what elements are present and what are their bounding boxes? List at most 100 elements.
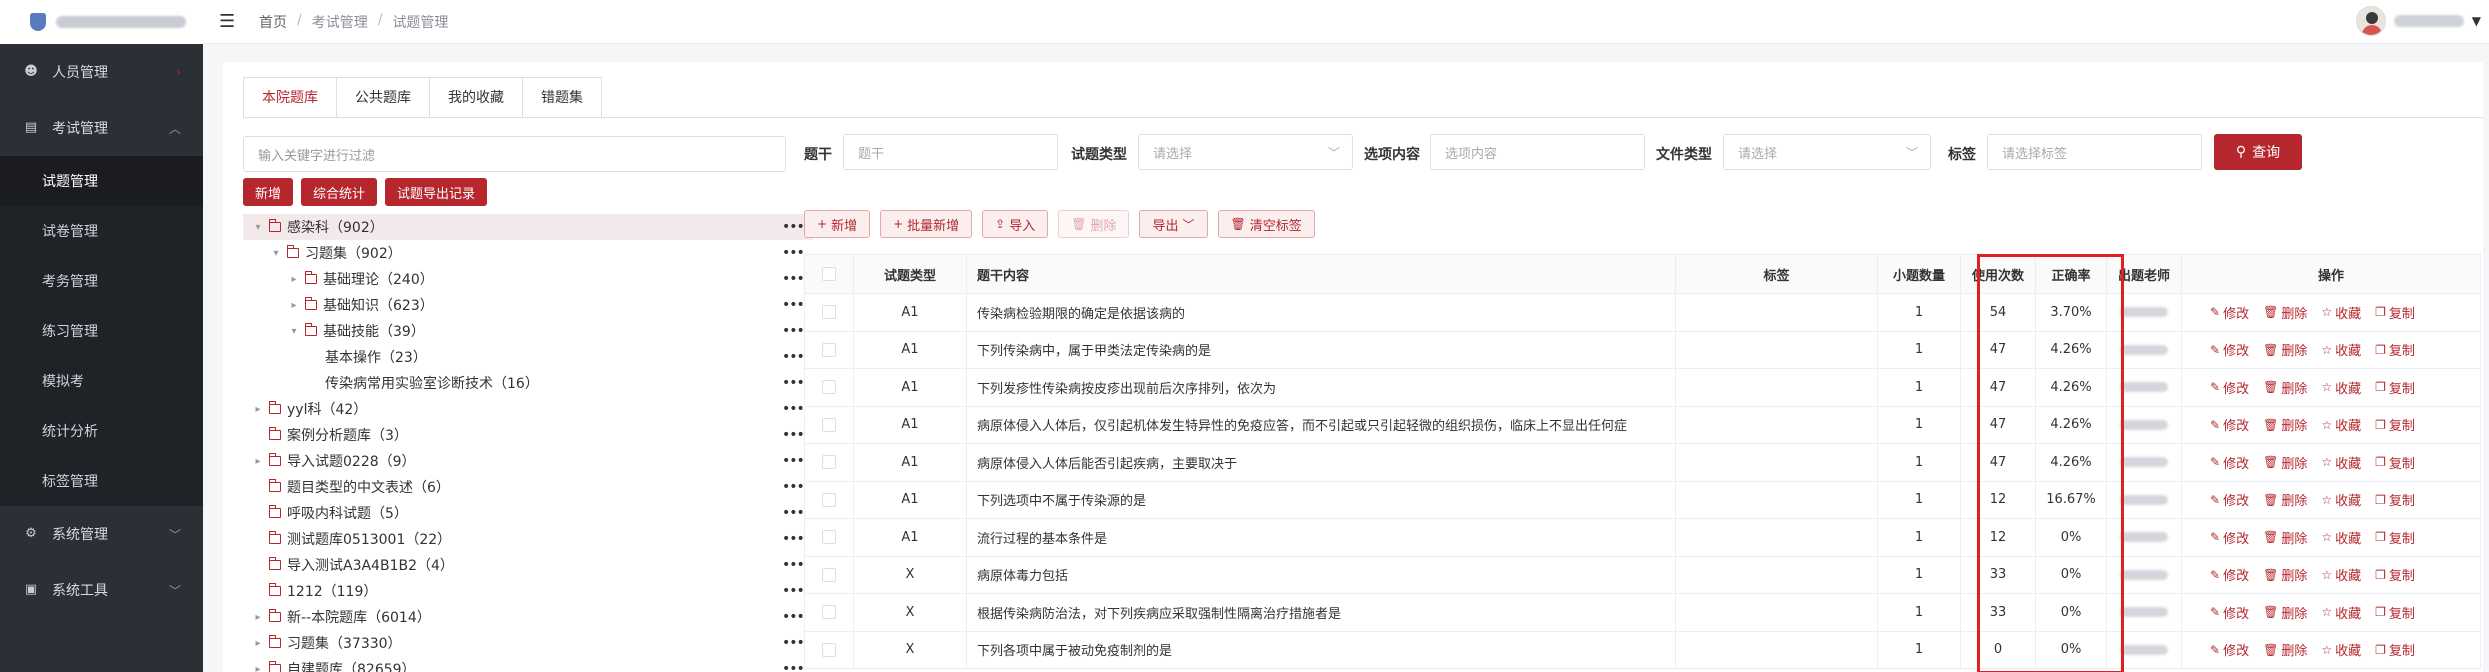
tree-node[interactable]: 题目类型的中文表述（6） ••• [243,474,813,500]
edit-button[interactable]: ✎ 修改 [2210,490,2249,510]
table-row[interactable]: X 病原体毒力包括 1 33 0% ✎ 修改 🗑 删除 ☆ 收藏 ❐ 复制 [804,555,2481,594]
expand-toggle-icon[interactable]: ▸ [251,638,265,649]
tree-node[interactable]: ▸ 新--本院题库（6014） ••• [243,604,813,630]
expand-toggle-icon[interactable]: ▸ [287,274,301,285]
tree-node[interactable]: ▸ 基础知识（623） ••• [243,292,813,318]
favorite-button[interactable]: ☆ 收藏 [2321,303,2361,322]
delete-button[interactable]: 🗑 删除 [2263,603,2307,622]
copy-button[interactable]: ❐ 复制 [2375,565,2415,585]
breadcrumb-exam[interactable]: 考试管理 [312,12,368,32]
sidebar-subitem-mock-exam[interactable]: 模拟考 [0,356,203,406]
expand-toggle-icon[interactable]: ▾ [287,326,301,337]
delete-button[interactable]: 🗑 删除 [2263,378,2307,397]
edit-button[interactable]: ✎ 修改 [2210,303,2249,322]
question-type-select[interactable]: 请选择 ﹀ [1138,134,1353,170]
table-row[interactable]: A1 流行过程的基本条件是 1 12 0% ✎ 修改 🗑 删除 ☆ 收藏 ❐ 复制 [804,518,2481,557]
delete-button[interactable]: 🗑 删除 [2263,340,2307,360]
tree-node[interactable]: 导入测试A3A4B1B2（4） ••• [243,552,813,578]
more-icon[interactable]: ••• [782,245,805,261]
more-icon[interactable]: ••• [782,401,805,417]
favorite-button[interactable]: ☆ 收藏 [2321,603,2361,622]
table-row[interactable]: A1 下列传染病中，属于甲类法定传染病的是 1 47 4.26% ✎ 修改 🗑 删除 ☆ 收藏 ❐ 复制 [804,330,2481,369]
row-checkbox[interactable] [822,642,836,657]
sidebar-item-personnel[interactable]: ☻ 人员管理 › [0,44,203,100]
sidebar-item-tools[interactable]: ▣ 系统工具 ﹀ [0,562,203,618]
tree-node[interactable]: 传染病常用实验室诊断技术（16） ••• [243,370,813,396]
summary-stats-button[interactable]: 综合统计 [301,178,378,206]
favorite-button[interactable]: ☆ 收藏 [2321,340,2361,360]
expand-toggle-icon[interactable]: ▸ [251,456,265,467]
action-button[interactable]: + 新增 [804,210,871,238]
more-icon[interactable]: ••• [782,219,805,235]
copy-button[interactable]: ❐ 复制 [2375,603,2415,622]
sidebar-item-exam[interactable]: ▤ 考试管理 ︿ [0,100,203,156]
table-row[interactable]: A1 病原体侵入人体后，仅引起机体发生特异性的免疫应答，而不引起或只引起轻微的组织… [804,405,2481,444]
more-icon[interactable]: ••• [782,323,805,339]
more-icon[interactable]: ••• [782,557,805,573]
expand-toggle-icon[interactable]: ▾ [251,222,265,233]
sidebar-subitem-practice[interactable]: 练习管理 [0,306,203,356]
sidebar-subitem-questions[interactable]: 试题管理 [0,156,203,206]
sidebar-subitem-statistics[interactable]: 统计分析 [0,406,203,456]
more-icon[interactable]: ••• [782,349,805,365]
export-records-button[interactable]: 试题导出记录 [385,178,488,206]
copy-button[interactable]: ❐ 复制 [2375,453,2415,472]
copy-button[interactable]: ❐ 复制 [2375,303,2415,322]
tree-node[interactable]: 呼吸内科试题（5） ••• [243,500,813,526]
table-row[interactable]: A1 病原体侵入人体后能否引起疾病，主要取决于 1 47 4.26% ✎ 修改 🗑 删除 ☆ 收藏 ❐… [804,443,2481,482]
row-checkbox[interactable] [822,305,836,320]
tree-node[interactable]: ▸ yyl科（42） ••• [243,396,813,422]
expand-toggle-icon[interactable]: ▸ [251,612,265,623]
row-checkbox[interactable] [822,380,836,395]
table-row[interactable]: A1 下列发疹性传染病按皮疹出现前后次序排列，依次为 1 47 4.26% ✎ 修改 🗑 删除 ☆… [804,368,2481,407]
delete-button[interactable]: 🗑 删除 [2263,640,2307,660]
action-button[interactable]: 导出 ﹀ [1139,210,1208,238]
add-category-button[interactable]: 新增 [243,178,294,206]
favorite-button[interactable]: ☆ 收藏 [2321,415,2361,435]
delete-button[interactable]: 🗑 删除 [2263,453,2307,472]
edit-button[interactable]: ✎ 修改 [2210,415,2249,435]
tab-wrong-questions[interactable]: 错题集 [523,78,601,118]
action-button[interactable]: ⇪ 导入 [982,210,1049,238]
tree-node[interactable]: ▾ 感染科（902） ••• [243,214,813,240]
delete-button[interactable]: 🗑 删除 [2263,303,2307,322]
table-row[interactable]: A1 下列选项中不属于传染源的是 1 12 16.67% ✎ 修改 🗑 删除 ☆ 收藏 ❐ 复制 [804,480,2481,519]
breadcrumb-home[interactable]: 首页 [259,12,287,32]
copy-button[interactable]: ❐ 复制 [2375,640,2415,660]
row-checkbox[interactable] [822,567,836,582]
more-icon[interactable]: ••• [782,427,805,443]
edit-button[interactable]: ✎ 修改 [2210,603,2249,622]
copy-button[interactable]: ❐ 复制 [2375,378,2415,397]
tree-node[interactable]: 基本操作（23） ••• [243,344,813,370]
option-content-input[interactable]: 选项内容 [1430,134,1645,170]
more-icon[interactable]: ••• [782,297,805,313]
favorite-button[interactable]: ☆ 收藏 [2321,378,2361,397]
tab-favorites[interactable]: 我的收藏 [430,78,523,118]
table-row[interactable]: X 根据传染病防治法，对下列疾病应采取强制性隔离治疗措施者是 1 33 0% ✎ 修改 🗑 删除… [804,593,2481,632]
user-menu[interactable]: ▼ [2355,6,2481,36]
more-icon[interactable]: ••• [782,479,805,495]
edit-button[interactable]: ✎ 修改 [2210,640,2249,660]
sidebar-subitem-tags[interactable]: 标签管理 [0,456,203,506]
copy-button[interactable]: ❐ 复制 [2375,340,2415,360]
sidebar-subitem-papers[interactable]: 试卷管理 [0,206,203,256]
tree-filter-input[interactable]: 输入关键字进行过滤 [243,136,786,172]
avatar[interactable] [2355,6,2386,36]
favorite-button[interactable]: ☆ 收藏 [2321,640,2361,660]
table-row[interactable]: X 下列各项中属于被动免疫制剂的是 1 0 0% ✎ 修改 🗑 删除 ☆ 收藏 ❐ 复制 [804,630,2481,669]
expand-toggle-icon[interactable]: ▾ [269,248,283,259]
more-icon[interactable]: ••• [782,453,805,469]
more-icon[interactable]: ••• [782,531,805,547]
select-all-checkbox[interactable] [804,254,854,294]
more-icon[interactable]: ••• [782,583,805,599]
tree-node[interactable]: ▾ 习题集（902） ••• [243,240,813,266]
tree-node[interactable]: ▾ 基础技能（39） ••• [243,318,813,344]
expand-toggle-icon[interactable]: ▸ [251,404,265,415]
tree-node[interactable]: 测试题库0513001（22） ••• [243,526,813,552]
favorite-button[interactable]: ☆ 收藏 [2321,565,2361,585]
edit-button[interactable]: ✎ 修改 [2210,528,2249,547]
table-row[interactable]: A1 传染病检验期限的确定是依据该病的 1 54 3.70% ✎ 修改 🗑 删除 ☆ 收藏 ❐ 复制 [804,293,2481,332]
favorite-button[interactable]: ☆ 收藏 [2321,490,2361,510]
more-icon[interactable]: ••• [782,375,805,391]
col-header-used[interactable]: 使用次数 [1960,254,2036,294]
